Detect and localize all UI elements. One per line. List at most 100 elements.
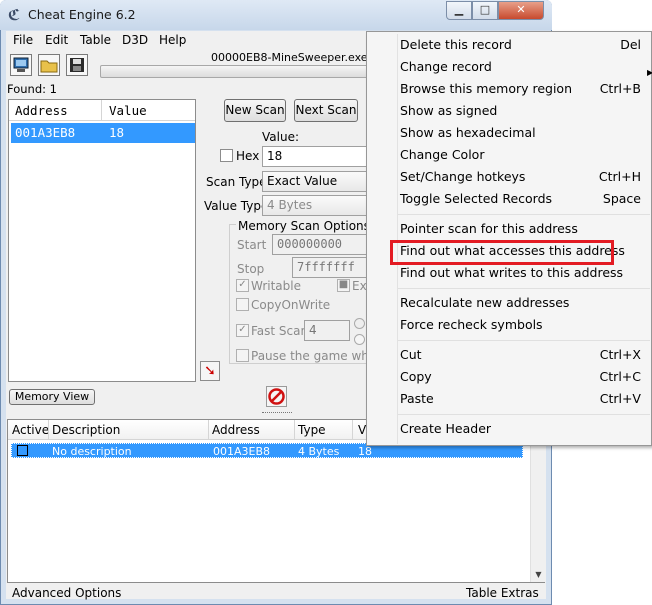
add-to-list-button[interactable]: ➘ [200,361,220,381]
fast-scan-label: Fast Scan [251,324,309,338]
found-list-row[interactable]: 001A3EB8 18 [11,123,195,143]
column-header-address[interactable]: Address [212,423,260,437]
column-header-value[interactable]: V [358,423,366,437]
menu-separator [398,214,650,215]
last-digits-radio[interactable] [354,334,365,345]
submenu-arrow-icon: ▶ [647,68,652,77]
menu-shortcut-set-change-hotkeys: Ctrl+H [598,169,641,184]
column-divider[interactable] [48,420,49,440]
memory-view-button[interactable]: Memory View [9,389,95,405]
row-address: 001A3EB8 [213,445,271,458]
scan-type-select[interactable]: Exact Value [262,171,368,192]
advanced-options-link[interactable]: Advanced Options [12,586,121,600]
column-divider[interactable] [101,100,102,120]
fast-scan-checkbox[interactable]: ✓ [236,324,249,337]
menu-shortcut-paste: Ctrl+V [599,391,641,406]
column-header-address[interactable]: Address [15,103,68,118]
menu-d3d[interactable]: D3D [122,33,148,47]
alignment-radio[interactable] [354,318,365,329]
menu-edit[interactable]: Edit [45,33,68,47]
menu-gutter [397,34,398,444]
highlight-box [390,240,614,265]
minimize-button[interactable]: ▁ [446,1,472,20]
value-type-select[interactable]: 4 Bytes [262,195,368,216]
menu-item-set-change-hotkeys[interactable]: Set/Change hotkeys [400,169,525,184]
red-arrow-icon: ➘ [204,363,216,379]
scan-type-label: Scan Type [206,175,267,189]
column-header-value[interactable]: Value [109,103,147,118]
save-button[interactable] [66,54,88,76]
start-address-input[interactable]: 000000000 [272,234,368,255]
row-value: 18 [358,445,372,458]
column-header-active[interactable]: Active [12,423,49,437]
found-count-label: Found: 1 [7,82,57,96]
menu-item-recalculate-new-addresses[interactable]: Recalculate new addresses [400,295,569,310]
window-title: Cheat Engine 6.2 [28,7,136,22]
menu-separator [398,288,650,289]
splitter-handle[interactable] [262,412,292,414]
column-header-type[interactable]: Type [298,423,326,437]
menu-item-force-recheck-symbols[interactable]: Force recheck symbols [400,317,543,332]
menu-separator [398,340,650,341]
title-bar[interactable]: ℭ Cheat Engine 6.2 ▁ □ ✕ [0,0,552,30]
maximize-button[interactable]: □ [472,1,498,20]
menu-item-cut[interactable]: Cut [400,347,422,362]
writable-checkbox[interactable]: ✓ [236,279,249,292]
found-list-header: Address Value [9,100,195,121]
executable-checkbox[interactable]: ■ [337,279,350,292]
menu-item-show-as-signed[interactable]: Show as signed [400,103,497,118]
column-divider[interactable] [208,420,209,440]
column-divider[interactable] [352,420,353,440]
clear-list-button[interactable] [266,386,287,407]
value-label: Value: [262,130,299,144]
copyonwrite-label: CopyOnWrite [251,298,331,312]
menu-item-delete-this-record[interactable]: Delete this record [400,37,512,52]
row-type: 4 Bytes [298,445,340,458]
process-name-label: 00000EB8-MineSweeper.exe [211,51,368,64]
column-divider[interactable] [294,420,295,440]
menu-item-copy[interactable]: Copy [400,369,432,384]
executable-label: Ex [352,279,367,293]
menu-shortcut-toggle-selected-records: Space [602,191,641,206]
copyonwrite-checkbox[interactable] [236,298,249,311]
menu-shortcut-browse-this-memory-region: Ctrl+B [599,81,641,96]
context-menu: ▶ Delete this record Del Change record Brow… [366,31,652,446]
menu-item-change-record[interactable]: Change record [400,59,492,74]
floppy-disk-icon [70,58,84,72]
menu-item-create-header[interactable]: Create Header [400,421,491,436]
hex-checkbox[interactable] [220,149,233,162]
menu-item-browse-this-memory-region[interactable]: Browse this memory region [400,81,572,96]
table-extras-link[interactable]: Table Extras [466,586,539,600]
open-file-button[interactable] [38,54,60,76]
menu-item-toggle-selected-records[interactable]: Toggle Selected Records [400,191,552,206]
hex-label: Hex [236,149,260,163]
close-button[interactable]: ✕ [498,1,544,20]
value-type-label: Value Type [204,199,269,213]
stop-address-input[interactable]: 7fffffff [292,257,368,278]
value-input[interactable]: 18 [262,146,368,167]
next-scan-button[interactable]: Next Scan [294,99,358,122]
menu-item-pointer-scan-for-this-address[interactable]: Pointer scan for this address [400,221,578,236]
scroll-down-icon[interactable]: ▼ [533,570,544,579]
open-process-button[interactable] [10,54,32,76]
memory-scan-options-label: Memory Scan Options [236,219,372,233]
computer-icon [13,57,29,72]
menu-table[interactable]: Table [80,33,111,47]
column-header-description[interactable]: Description [52,423,120,437]
menu-item-show-as-hexadecimal[interactable]: Show as hexadecimal [400,125,536,140]
menu-item-find-out-what-writes-to-this-address[interactable]: Find out what writes to this address [400,265,623,280]
menu-separator [398,414,650,415]
menu-item-change-color[interactable]: Change Color [400,147,484,162]
scan-progress-bar [100,65,370,78]
cheat-engine-logo-icon: ℭ [7,6,21,24]
active-checkbox[interactable] [17,445,28,456]
folder-icon [40,60,58,73]
menu-help[interactable]: Help [159,33,186,47]
found-results-list[interactable]: Address Value 001A3EB8 18 [8,99,196,382]
menu-file[interactable]: File [13,33,33,47]
start-label: Start [237,238,267,252]
pause-game-checkbox[interactable] [236,349,249,362]
menu-item-paste[interactable]: Paste [400,391,434,406]
new-scan-button[interactable]: New Scan [224,99,286,122]
fast-scan-input[interactable]: 4 [304,320,350,341]
